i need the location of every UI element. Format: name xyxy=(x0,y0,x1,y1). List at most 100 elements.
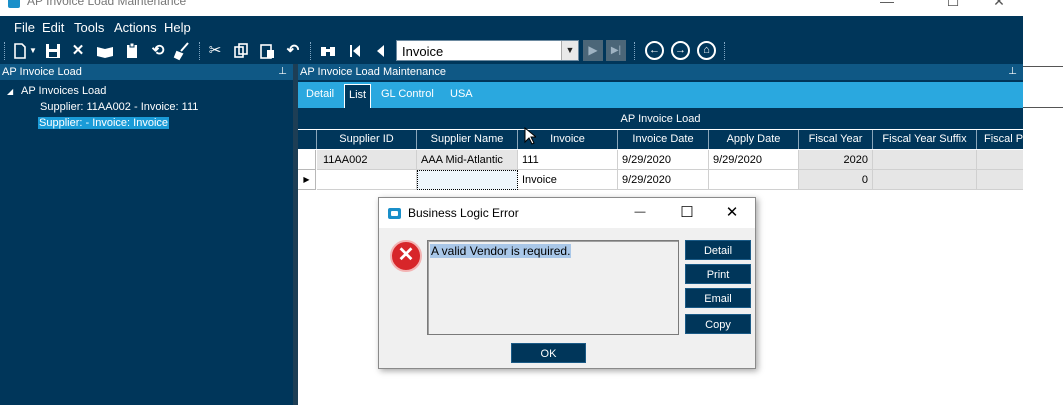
error-icon: ✕ xyxy=(390,240,422,272)
last-record-button[interactable]: ▶| xyxy=(606,40,626,61)
cell-invoice[interactable]: 111 xyxy=(518,150,618,170)
dialog-maximize-button[interactable]: ☐ xyxy=(672,203,702,223)
detail-button[interactable]: Detail xyxy=(685,240,751,260)
dialog-close-button[interactable]: ✕ xyxy=(717,203,747,223)
ok-button[interactable]: OK xyxy=(511,343,586,363)
record-nav-value: Invoice xyxy=(402,44,444,59)
clipboard-icon[interactable] xyxy=(122,41,142,61)
cell-apply-date[interactable] xyxy=(709,170,799,190)
tree-item[interactable]: Supplier: 11AA002 - Invoice: 111 xyxy=(40,101,198,113)
column-header-fiscal-year-suffix[interactable]: Fiscal Year Suffix xyxy=(873,130,977,149)
refresh-icon[interactable]: ⟲ xyxy=(148,41,168,61)
error-message-box[interactable]: A valid Vendor is required. xyxy=(427,240,679,335)
menu-bar: File Edit Tools Actions Help xyxy=(0,16,1023,38)
app-icon xyxy=(8,0,20,8)
back-icon[interactable]: ← xyxy=(645,41,664,60)
minimize-window-button[interactable]: — xyxy=(864,0,910,13)
business-logic-error-dialog: Business Logic Error — ☐ ✕ ✕ A valid Ven… xyxy=(378,197,756,369)
dialog-minimize-button[interactable]: — xyxy=(625,206,655,226)
print-button[interactable]: Print xyxy=(685,264,751,284)
chevron-down-icon[interactable]: ▼ xyxy=(561,41,578,60)
tab-detail[interactable]: Detail xyxy=(306,88,334,100)
toolbar-separator xyxy=(310,42,312,60)
cell-apply-date[interactable]: 9/29/2020 xyxy=(709,150,799,170)
tree-panel: AP Invoice Load ⊥ ◢ AP Invoices Load Sup… xyxy=(0,64,293,405)
cut-icon[interactable]: ✂ xyxy=(205,41,225,61)
tab-list[interactable]: List xyxy=(344,84,372,108)
cell-supplier-name[interactable]: AAA Mid-Atlantic xyxy=(417,150,518,170)
save-icon[interactable] xyxy=(43,41,63,61)
new-icon[interactable] xyxy=(10,41,30,61)
record-nav-select[interactable]: Invoice ▼ xyxy=(396,40,579,61)
column-header-supplier-id[interactable]: Supplier ID xyxy=(317,130,417,149)
tree-expander-icon[interactable]: ◢ xyxy=(7,87,13,96)
toolbar-separator xyxy=(724,42,726,60)
previous-record-icon[interactable] xyxy=(371,41,391,61)
copy-icon[interactable] xyxy=(231,41,251,61)
close-window-button[interactable]: ✕ xyxy=(976,0,1022,13)
tab-strip: Detail List GL Control USA xyxy=(298,82,1023,108)
column-header-apply-date[interactable]: Apply Date xyxy=(709,130,799,149)
detail-panel-title: AP Invoice Load Maintenance xyxy=(300,66,446,78)
cell-fiscal-period[interactable] xyxy=(977,150,1023,170)
home-icon[interactable]: ⌂ xyxy=(697,41,716,60)
delete-icon[interactable]: ✕ xyxy=(68,41,88,61)
grid-caption: AP Invoice Load xyxy=(298,110,1023,129)
new-dropdown-icon[interactable]: ▼ xyxy=(28,41,38,61)
next-record-button[interactable]: ▶ xyxy=(583,40,603,61)
row-indicator-current[interactable]: ▶ xyxy=(298,170,316,190)
tab-gl-control[interactable]: GL Control xyxy=(381,88,434,100)
detail-panel-header: AP Invoice Load Maintenance ⊥ xyxy=(298,64,1023,80)
paste-icon[interactable] xyxy=(257,41,277,61)
row-header-corner xyxy=(298,130,317,149)
cell-supplier-id[interactable] xyxy=(317,170,417,190)
cell-invoice-date[interactable]: 9/29/2020 xyxy=(618,150,709,170)
menu-help[interactable]: Help xyxy=(164,20,191,35)
toolbar-separator xyxy=(199,42,201,60)
maximize-window-button[interactable]: ☐ xyxy=(930,0,976,13)
cell-invoice[interactable]: Invoice xyxy=(518,170,618,190)
window-title: AP Invoice Load Maintenance xyxy=(27,0,187,8)
column-header-fiscal-period[interactable]: Fiscal P xyxy=(977,130,1023,149)
mouse-cursor-icon xyxy=(524,127,536,145)
toolbar-separator xyxy=(4,42,6,60)
toolbar-separator xyxy=(634,42,636,60)
first-record-icon[interactable] xyxy=(345,41,365,61)
column-header-supplier-name[interactable]: Supplier Name xyxy=(417,130,518,149)
menu-edit[interactable]: Edit xyxy=(42,20,64,35)
cell-supplier-id[interactable]: 11AA002 xyxy=(317,150,417,170)
menu-actions[interactable]: Actions xyxy=(114,20,157,35)
cell-fiscal-year[interactable]: 0 xyxy=(799,170,873,190)
cell-fiscal-year-suffix[interactable] xyxy=(873,170,977,190)
forward-icon[interactable]: → xyxy=(671,41,690,60)
column-header-invoice-date[interactable]: Invoice Date xyxy=(618,130,709,149)
book-icon[interactable] xyxy=(95,41,115,61)
desktop-background xyxy=(1023,0,1063,405)
tree-item-selected[interactable]: Supplier: - Invoice: Invoice xyxy=(38,117,170,129)
toolbar: ▼ ✕ ⟲ ✂ ↶ Invoice ▼ ▶ ▶| ← → ⌂ xyxy=(0,38,1023,64)
dialog-title-bar: Business Logic Error — ☐ ✕ xyxy=(379,198,755,228)
tree-root[interactable]: AP Invoices Load xyxy=(21,85,106,97)
dialog-title: Business Logic Error xyxy=(408,206,519,220)
copy-button[interactable]: Copy xyxy=(685,314,751,334)
menu-tools[interactable]: Tools xyxy=(74,20,104,35)
row-indicator[interactable] xyxy=(298,150,316,170)
column-header-fiscal-year[interactable]: Fiscal Year xyxy=(799,130,873,149)
tree-panel-header: AP Invoice Load ⊥ xyxy=(0,64,293,80)
cell-fiscal-year-suffix[interactable] xyxy=(873,150,977,170)
menu-file[interactable]: File xyxy=(14,20,35,35)
cell-supplier-name-active[interactable] xyxy=(417,170,518,190)
cell-fiscal-year[interactable]: 2020 xyxy=(799,150,873,170)
pin-icon[interactable]: ⊥ xyxy=(1008,64,1017,80)
tab-usa[interactable]: USA xyxy=(450,88,473,100)
email-button[interactable]: Email xyxy=(685,288,751,308)
title-bar: AP Invoice Load Maintenance — ☐ ✕ xyxy=(0,0,1023,16)
undo-icon[interactable]: ↶ xyxy=(283,41,303,61)
tree-panel-title: AP Invoice Load xyxy=(2,66,82,78)
pin-icon[interactable]: ⊥ xyxy=(278,64,287,80)
search-icon[interactable] xyxy=(318,41,338,61)
cell-invoice-date[interactable]: 9/29/2020 xyxy=(618,170,709,190)
clear-icon[interactable] xyxy=(173,41,193,61)
app-icon xyxy=(388,208,401,219)
cell-fiscal-period[interactable] xyxy=(977,170,1023,190)
